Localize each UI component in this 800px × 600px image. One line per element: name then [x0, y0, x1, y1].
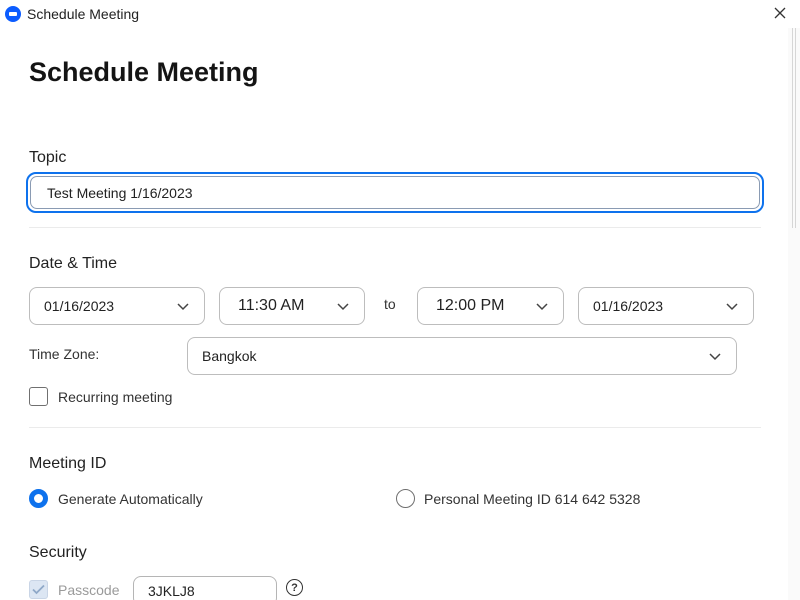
window-title: Schedule Meeting	[27, 6, 140, 22]
generate-automatically-radio[interactable]	[29, 489, 48, 508]
scrollbar-thumb[interactable]	[792, 28, 796, 228]
end-date-select[interactable]: 01/16/2023	[578, 287, 754, 325]
zoom-app-icon	[5, 6, 21, 22]
end-time-value: 12:00 PM	[436, 297, 505, 314]
start-time-select[interactable]: 11:30 AM	[219, 287, 365, 325]
divider	[29, 427, 761, 428]
passcode-input[interactable]	[133, 576, 277, 600]
start-time-value: 11:30 AM	[238, 297, 305, 314]
chevron-down-icon	[726, 303, 738, 311]
to-label: to	[384, 296, 396, 312]
chevron-down-icon	[177, 303, 189, 311]
page-title: Schedule Meeting	[29, 57, 259, 87]
personal-meeting-id-label: Personal Meeting ID 614 642 5328	[424, 491, 641, 507]
topic-field[interactable]	[26, 172, 764, 213]
date-time-label: Date & Time	[29, 255, 118, 272]
time-zone-label: Time Zone:	[29, 346, 100, 362]
recurring-meeting-label: Recurring meeting	[58, 389, 173, 405]
recurring-meeting-checkbox[interactable]	[29, 387, 48, 406]
passcode-label: Passcode	[58, 582, 120, 598]
chevron-down-icon	[536, 303, 548, 311]
start-date-select[interactable]: 01/16/2023	[29, 287, 205, 325]
generate-automatically-label: Generate Automatically	[58, 491, 203, 507]
start-date-value: 01/16/2023	[44, 298, 115, 314]
time-zone-select[interactable]: Bangkok	[187, 337, 737, 375]
close-button[interactable]	[764, 0, 796, 26]
schedule-meeting-window: Schedule Meeting Schedule Meeting Topic …	[0, 0, 800, 600]
security-label: Security	[29, 544, 87, 561]
close-icon	[774, 7, 786, 19]
end-date-value: 01/16/2023	[593, 298, 664, 314]
end-time-select[interactable]: 12:00 PM	[417, 287, 564, 325]
checkmark-icon	[32, 584, 45, 595]
personal-meeting-id-radio[interactable]	[396, 489, 415, 508]
vertical-scrollbar[interactable]	[788, 28, 800, 600]
meeting-id-label: Meeting ID	[29, 455, 107, 472]
time-zone-value: Bangkok	[202, 348, 257, 364]
topic-label: Topic	[29, 149, 67, 166]
chevron-down-icon	[337, 303, 349, 311]
title-bar: Schedule Meeting	[0, 0, 800, 28]
passcode-checkbox[interactable]	[29, 580, 48, 599]
topic-input[interactable]	[30, 176, 760, 209]
divider	[29, 227, 761, 228]
help-icon[interactable]: ?	[286, 579, 303, 596]
chevron-down-icon	[709, 353, 721, 361]
